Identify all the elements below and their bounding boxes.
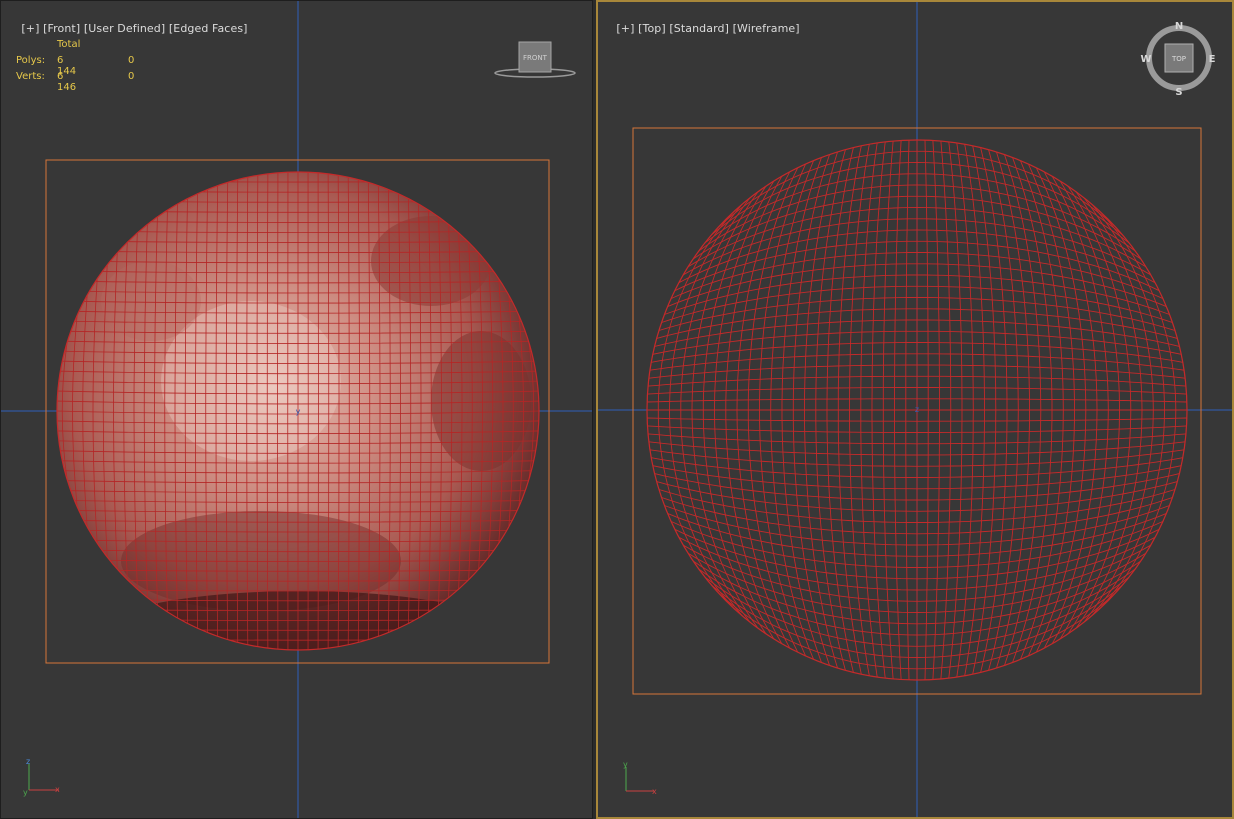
pivot-label: y — [296, 407, 301, 416]
viewport-menu-plus[interactable]: [+] — [616, 22, 634, 35]
viewport-pov-menu[interactable]: [Top] — [638, 22, 666, 35]
verts-label: Verts: — [16, 71, 45, 82]
stats-header: Total — [57, 39, 81, 50]
top-scene: z — [598, 2, 1232, 817]
polys-selected: 0 — [128, 55, 135, 66]
compass-south: S — [1175, 87, 1182, 98]
axis-y-label: y — [23, 788, 28, 797]
compass-east: E — [1209, 54, 1216, 65]
verts-selected: 0 — [128, 71, 135, 82]
pivot-label: z — [915, 405, 919, 414]
viewcube-front[interactable]: FRONT — [493, 39, 577, 81]
viewcube-face-label: TOP — [1171, 55, 1186, 63]
axis-x-label: x — [652, 787, 657, 796]
polys-label: Polys: — [16, 55, 46, 66]
viewport-display-menu[interactable]: [Edged Faces] — [169, 22, 248, 35]
viewport-display-menu[interactable]: [Wireframe] — [733, 22, 800, 35]
top-viewport[interactable]: z [+] [Top] [Standard] [Wireframe] TOP N… — [596, 0, 1234, 819]
front-scene: y — [1, 1, 592, 818]
compass-north: N — [1175, 21, 1183, 32]
viewport-menu-plus[interactable]: [+] — [21, 22, 39, 35]
viewcube-face-label: FRONT — [523, 54, 548, 62]
front-viewport[interactable]: y [+] [Front] [User Defined] [Edged Face… — [0, 0, 593, 819]
viewport-label-top: [+] [Top] [Standard] [Wireframe] — [602, 9, 800, 48]
axis-x-label: x — [55, 785, 60, 794]
viewport-shading-menu[interactable]: [User Defined] — [84, 22, 165, 35]
axis-z-label: z — [26, 758, 30, 766]
viewport-pov-menu[interactable]: [Front] — [43, 22, 80, 35]
compass-west: W — [1140, 54, 1151, 65]
axis-tripod-top: y x — [623, 760, 657, 796]
verts-total: 6 146 — [57, 71, 77, 93]
viewcube-top[interactable]: TOP N S E W — [1138, 16, 1222, 100]
viewport-label-front: [+] [Front] [User Defined] [Edged Faces] — [7, 9, 248, 48]
axis-tripod-front: z x y — [23, 758, 60, 797]
viewport-shading-menu[interactable]: [Standard] — [669, 22, 729, 35]
axis-y-label: y — [623, 760, 628, 769]
